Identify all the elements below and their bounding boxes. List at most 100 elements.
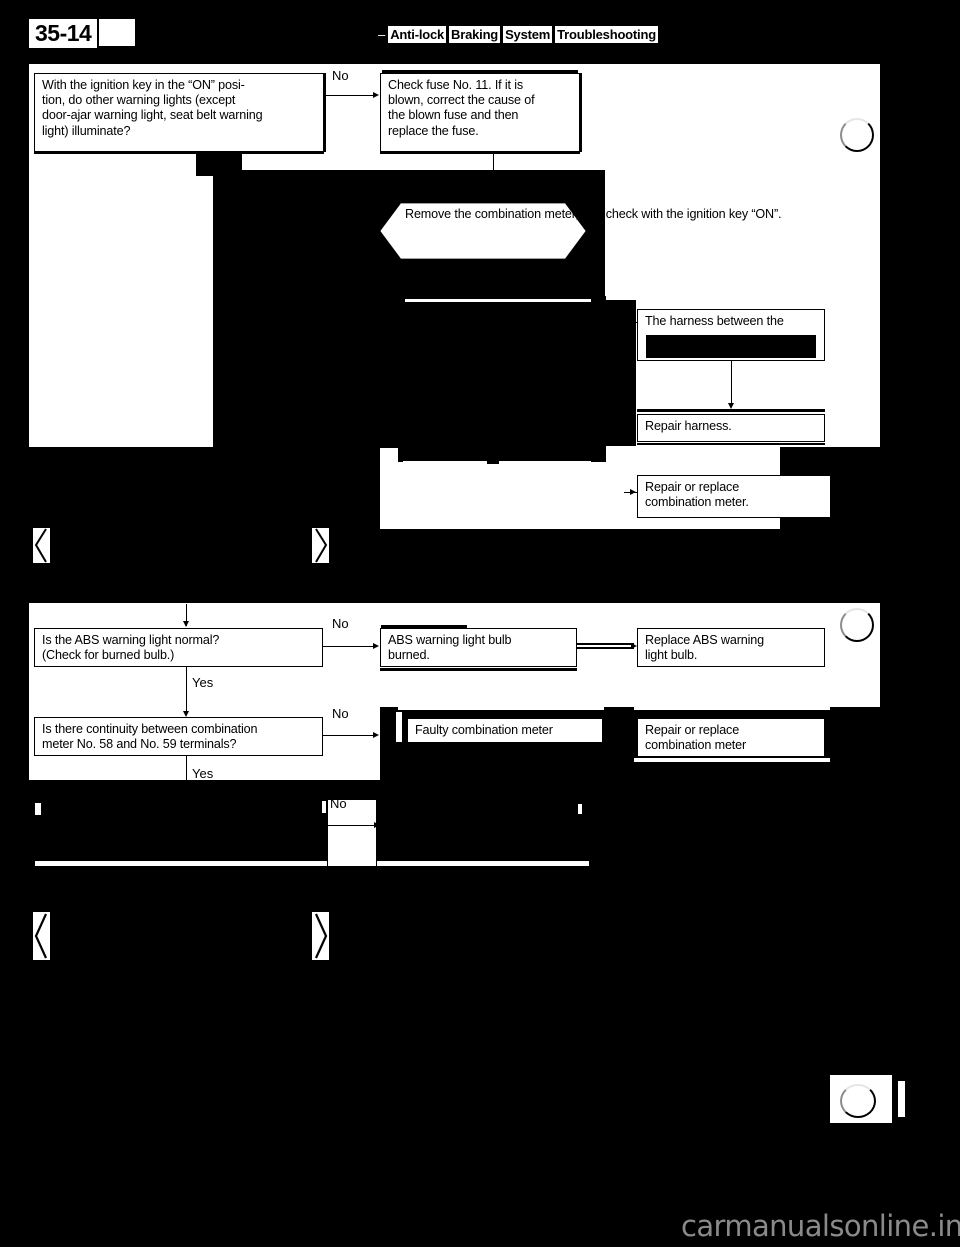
page-number-text: 35-14	[29, 19, 98, 48]
flow-box-question-abs-warning-light: Is the ABS warning light normal? (Check …	[34, 628, 323, 667]
q4-left-edge-speck	[35, 803, 41, 815]
page-number-tail	[99, 19, 135, 46]
connector-q1-to-fuse	[324, 95, 374, 97]
repair-harness-top-rule	[637, 409, 825, 412]
q3-line-1: Is there continuity between combination	[42, 722, 258, 736]
rrm2-line-1: Repair or replace	[645, 723, 740, 737]
scan-damage-lower-left	[29, 447, 380, 529]
repair-harness-line-1: Repair harness.	[645, 419, 732, 433]
rrm2-outer-bottom	[634, 758, 830, 762]
obscured-box-top-edge	[405, 299, 591, 302]
flow-box-remove-combination-meter: Remove the combination meter, and check …	[379, 202, 782, 260]
obscured-box-bottom-edge-2	[398, 464, 588, 466]
faulty-meter-outer-top	[398, 705, 604, 710]
header-word-system: System	[503, 26, 553, 43]
chevron-right-mark-1-icon	[312, 528, 329, 563]
rrm2-line-2: combination meter	[645, 738, 747, 753]
branch-label-yes-1: Yes	[192, 675, 214, 690]
connector-q4-to-obscured	[328, 825, 380, 827]
arrow-right-harness-icon	[630, 318, 636, 325]
q2-line-1: Is the ABS warning light normal?	[42, 633, 220, 647]
q1-line-2: tion, do other warning lights (except	[42, 93, 236, 108]
q1-line-1: With the ignition key in the “ON” posi-	[42, 78, 245, 92]
remove-meter-line-1: Remove the combination	[405, 207, 542, 221]
branch-label-yes-2: Yes	[192, 766, 214, 781]
rrm2-outer-top	[634, 706, 830, 710]
remove-meter-line-3: the ignition key “ON”.	[666, 207, 782, 221]
bulb-line-2: burned.	[388, 648, 430, 663]
connector-q2-yes	[186, 667, 188, 715]
arrow-down-into-q2-icon	[183, 621, 189, 627]
q1-line-3: door-ajar warning light, seat belt warni…	[42, 108, 263, 123]
scan-damage-q4-row	[29, 780, 880, 870]
arrow-right-q4-icon	[374, 821, 380, 828]
site-watermark: carmanualsonline.info	[681, 1209, 960, 1243]
arrow-right-q3-faulty-icon	[373, 731, 379, 738]
remove-meter-text: Remove the combination meter, and check …	[405, 207, 782, 222]
page-curl-ring-bottom-section-icon	[840, 608, 874, 642]
header-title: – Anti-lock Braking System Troubleshooti…	[378, 26, 658, 43]
arrow-right-q1-fuse-icon	[373, 91, 379, 98]
q1-line-4: light) illuminate?	[42, 123, 131, 138]
bottom-right-edge-mark	[898, 1081, 905, 1117]
page-curl-ring-top-icon	[840, 118, 874, 152]
page-number: 35-14	[29, 19, 98, 48]
header-word-anti-lock: Anti-lock	[388, 26, 447, 43]
q4-box-bottom-shadow	[35, 866, 589, 869]
q4-right-edge-speck	[322, 801, 326, 813]
branch-label-no-4: No	[330, 796, 347, 811]
harness-line-1: The harness between the	[645, 314, 784, 328]
arrow-right-repair-replace-icon	[630, 488, 636, 495]
chevron-left-mark-2-icon	[33, 912, 50, 960]
branch-label-no-1: No	[332, 68, 349, 83]
arrow-down-bottom-icon	[181, 898, 193, 909]
q3-line-2: meter No. 58 and No. 59 terminals?	[42, 737, 237, 752]
flow-box-repair-harness: Repair harness.	[637, 414, 825, 442]
fuse-line-3: the blown fuse and then	[388, 108, 519, 123]
flow-box-question-ignition-key: With the ignition key in the “ON” posi- …	[34, 73, 324, 152]
connector-q2-to-bulb	[323, 646, 375, 648]
rrm-line-2: combination meter.	[645, 495, 749, 510]
flow-box-replace-abs-bulb: Replace ABS warning light bulb.	[637, 628, 825, 667]
header-word-troubleshooting: Troubleshooting	[555, 26, 658, 43]
flow-box-question-continuity: Is there continuity between combination …	[34, 717, 323, 756]
chevron-left-mark-1-icon	[33, 528, 50, 563]
replace-bulb-line-2: light bulb.	[645, 648, 698, 663]
arrow-right-q2-bulb-icon	[373, 642, 379, 649]
faulty-meter-outer-left	[396, 712, 402, 742]
scan-damage-mid-left	[213, 300, 400, 448]
connector-harness-to-repair	[731, 361, 733, 407]
flow-box-bulb-burned: ABS warning light bulb burned.	[380, 628, 577, 667]
faulty-line-1: Faulty combination meter	[415, 723, 553, 737]
repair-harness-bottom-rule	[637, 443, 825, 445]
bulb-box-top-rule	[381, 625, 467, 628]
branch-label-no-2: No	[332, 616, 349, 631]
fuse-line-2: blown, correct the cause of	[388, 93, 535, 108]
connector-q4-down	[186, 866, 188, 876]
remove-meter-line-2: meter, and check with	[544, 207, 664, 221]
flow-box-repair-replace-meter: Repair or replace combination meter.	[637, 475, 831, 518]
fuse-line-4: replace the fuse.	[388, 123, 479, 138]
harness-text-redaction	[646, 335, 816, 358]
bulb-line-1: ABS warning light bulb	[388, 633, 512, 647]
flow-box-faulty-combination-meter: Faulty combination meter	[407, 718, 603, 743]
page-curl-ring-bottom-icon	[840, 1084, 876, 1118]
connector-fuse-to-remove-meter	[493, 152, 495, 200]
replace-bulb-line-1: Replace ABS warning	[645, 633, 764, 647]
manual-page: 35-14 – Anti-lock Braking System Trouble…	[0, 0, 960, 1247]
header-dash-icon: –	[378, 27, 386, 42]
scan-damage-mid-center	[398, 296, 606, 462]
chevron-right-mark-2-icon	[312, 912, 329, 960]
bulb-box-bottom-rule	[380, 668, 577, 671]
arrow-right-repair-replace-2-icon	[630, 731, 636, 738]
connector-bulb-to-replace	[577, 643, 634, 650]
flow-box-check-fuse: Check fuse No. 11. If it is blown, corre…	[380, 73, 580, 152]
q4-far-right-speck	[578, 804, 582, 814]
q2-line-2: (Check for burned bulb.)	[42, 648, 175, 663]
fuse-line-1: Check fuse No. 11. If it is	[388, 78, 524, 92]
rrm-line-1: Repair or replace	[645, 480, 740, 494]
connector-q3-to-faulty	[323, 735, 375, 737]
flow-box-repair-replace-meter-2: Repair or replace combination meter	[637, 718, 825, 757]
fuse-box-top-rule	[382, 70, 578, 73]
header-word-braking: Braking	[449, 26, 501, 43]
